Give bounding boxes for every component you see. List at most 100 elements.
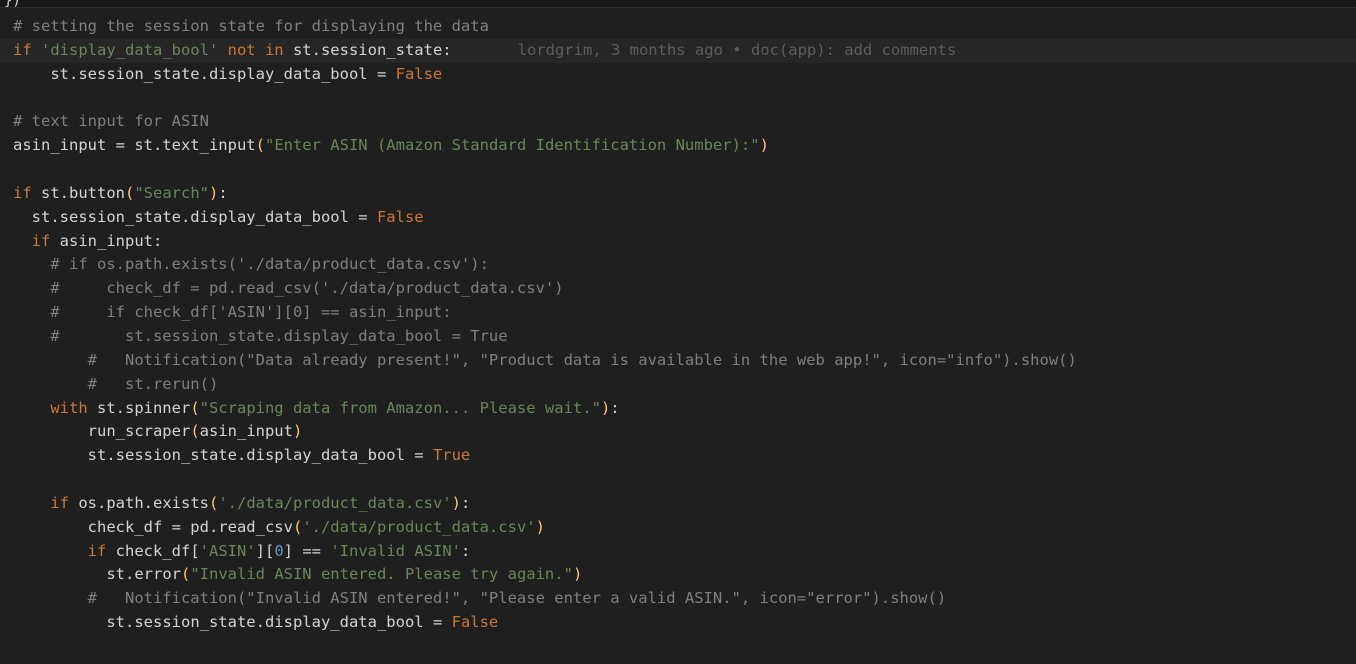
code-token: # if check_df['ASIN'][0] == asin_input: <box>50 303 452 322</box>
code-line[interactable]: st.session_state.display_data_bool = Tru… <box>13 444 1077 468</box>
code-token: ) <box>292 422 303 441</box>
code-line[interactable]: st.error("Invalid ASIN entered. Please t… <box>13 563 1077 587</box>
code-token: ] == <box>283 541 331 560</box>
code-token: st.session_state.display_data_bool = <box>31 207 377 226</box>
code-line[interactable]: # Notification("Data already present!", … <box>13 349 1077 373</box>
code-token: st.button <box>31 183 125 202</box>
code-token: st.error <box>106 565 181 584</box>
code-token: ) <box>209 183 219 202</box>
code-line[interactable]: check_df = pd.read_csv('./data/product_d… <box>13 516 1077 540</box>
code-token: ( <box>125 183 135 202</box>
code-token: # setting the session state for displayi… <box>13 17 489 35</box>
code-token: 'ASIN' <box>199 541 256 560</box>
code-token: ) <box>451 493 461 512</box>
code-token: True <box>432 446 471 465</box>
code-token: 'display_data_bool' <box>41 40 219 59</box>
code-line[interactable]: # Notification("Invalid ASIN entered!", … <box>13 587 1077 611</box>
code-token: ( <box>208 493 219 512</box>
code-line[interactable]: # text input for ASIN <box>13 110 1077 134</box>
code-token: # Notification("Data already present!", … <box>87 350 1077 369</box>
code-line[interactable]: st.session_state.display_data_bool = Fal… <box>13 206 1077 230</box>
code-token: not in <box>218 40 284 59</box>
code-token: # st.session_state.display_data_bool = T… <box>50 326 508 345</box>
code-token: # check_df = pd.read_csv('./data/product… <box>50 279 564 298</box>
code-token: ( <box>292 517 303 536</box>
code-line[interactable]: with st.spinner("Scraping data from Amaz… <box>13 397 1077 421</box>
code-line[interactable] <box>13 87 1077 111</box>
code-line[interactable]: # check_df = pd.read_csv('./data/product… <box>13 277 1077 301</box>
code-line[interactable]: asin_input = st.text_input("Enter ASIN (… <box>13 134 1077 158</box>
git-blame-annotation[interactable]: lordgrim, 3 months ago • doc(app): add c… <box>518 41 957 59</box>
code-token: run_scraper <box>87 422 191 441</box>
code-token: "Invalid ASIN entered. Please try again.… <box>190 565 573 584</box>
code-token: check_df = pd.read_csv <box>87 517 293 536</box>
code-line[interactable]: # setting the session state for displayi… <box>13 15 1077 39</box>
code-area[interactable]: # setting the session state for displayi… <box>0 15 1356 635</box>
code-token: ) <box>572 565 583 584</box>
code-token: ) <box>759 136 769 155</box>
code-token: # st.rerun() <box>87 374 219 393</box>
code-token: ) <box>600 398 611 417</box>
code-line[interactable]: # if check_df['ASIN'][0] == asin_input: <box>13 301 1077 325</box>
code-line[interactable]: if os.path.exists('./data/product_data.c… <box>13 492 1077 516</box>
code-line[interactable]: run_scraper(asin_input) <box>13 420 1077 444</box>
code-line[interactable]: if 'display_data_bool' not in st.session… <box>0 38 1356 63</box>
code-token: False <box>376 207 424 226</box>
code-line[interactable] <box>13 468 1077 492</box>
code-token: if <box>31 231 51 250</box>
code-line[interactable]: # st.session_state.display_data_bool = T… <box>13 325 1077 349</box>
code-line[interactable]: if st.button("Search"): <box>13 182 1077 206</box>
code-token: "Enter ASIN (Amazon Standard Identificat… <box>264 136 760 155</box>
code-editor[interactable]: }) # setting the session state for displ… <box>0 0 1356 664</box>
code-line[interactable]: st.session_state.display_data_bool = Fal… <box>13 63 1077 87</box>
code-line[interactable]: if check_df['ASIN'][0] == 'Invalid ASIN'… <box>13 540 1077 564</box>
code-token: "Search" <box>134 183 209 202</box>
code-token: asin_input <box>199 422 293 441</box>
code-token: if <box>50 493 69 512</box>
code-token: 0 <box>274 541 284 560</box>
code-token: check_df[ <box>106 541 200 560</box>
code-token: : <box>610 398 620 417</box>
code-token: : <box>218 183 228 202</box>
code-token: asin_input = st.text_input <box>13 136 256 155</box>
code-token: : <box>460 493 471 512</box>
code-token: st.session_state.display_data_bool = <box>106 613 452 632</box>
code-line[interactable]: # st.rerun() <box>13 373 1077 397</box>
code-line[interactable]: st.session_state.display_data_bool = Fal… <box>13 611 1077 635</box>
code-line[interactable]: if asin_input: <box>13 230 1077 254</box>
code-token: ( <box>190 422 200 441</box>
code-token: ( <box>180 565 191 584</box>
code-line[interactable] <box>13 158 1077 182</box>
code-token: False <box>395 64 443 83</box>
code-token: st.session_state.display_data_bool = <box>50 64 396 83</box>
code-token: './data/product_data.csv' <box>302 517 536 536</box>
code-token: ) <box>535 517 545 536</box>
code-token: ( <box>190 398 200 417</box>
code-token: st.spinner <box>87 398 191 417</box>
code-line[interactable]: # if os.path.exists('./data/product_data… <box>13 253 1077 277</box>
code-token: False <box>451 613 499 632</box>
code-token: if <box>87 541 107 560</box>
code-token: st.session_state.display_data_bool = <box>87 446 433 465</box>
editor-top-edge: }) <box>0 0 1356 9</box>
code-token: "Scraping data from Amazon... Please wai… <box>199 398 601 417</box>
previous-line-fragment: }) <box>4 0 21 9</box>
code-token: st.session_state: <box>283 40 452 59</box>
code-token: if <box>13 183 32 202</box>
code-token: 'Invalid ASIN' <box>330 541 461 560</box>
code-token: ( <box>255 136 265 155</box>
